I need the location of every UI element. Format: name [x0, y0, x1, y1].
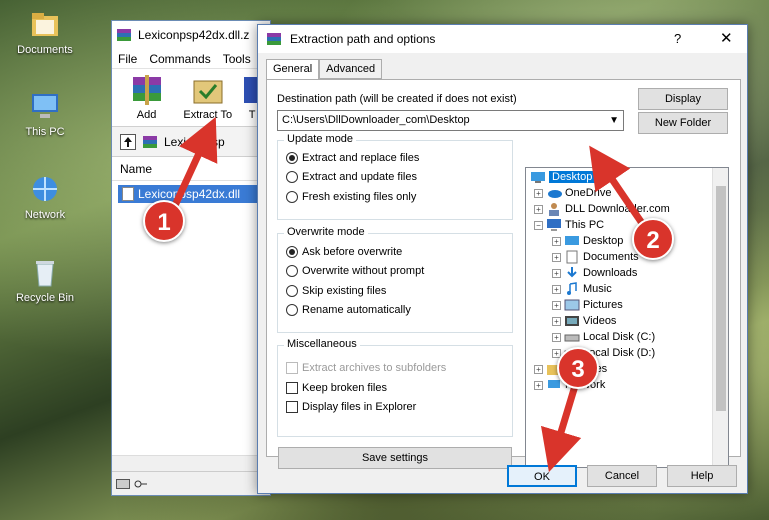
- step-badge-1: 1: [143, 200, 185, 242]
- step-badge-2: 2: [632, 218, 674, 260]
- annotation-arrows: [168, 116, 652, 473]
- step-badge-3: 3: [557, 347, 599, 389]
- arrow-1: [168, 116, 218, 216]
